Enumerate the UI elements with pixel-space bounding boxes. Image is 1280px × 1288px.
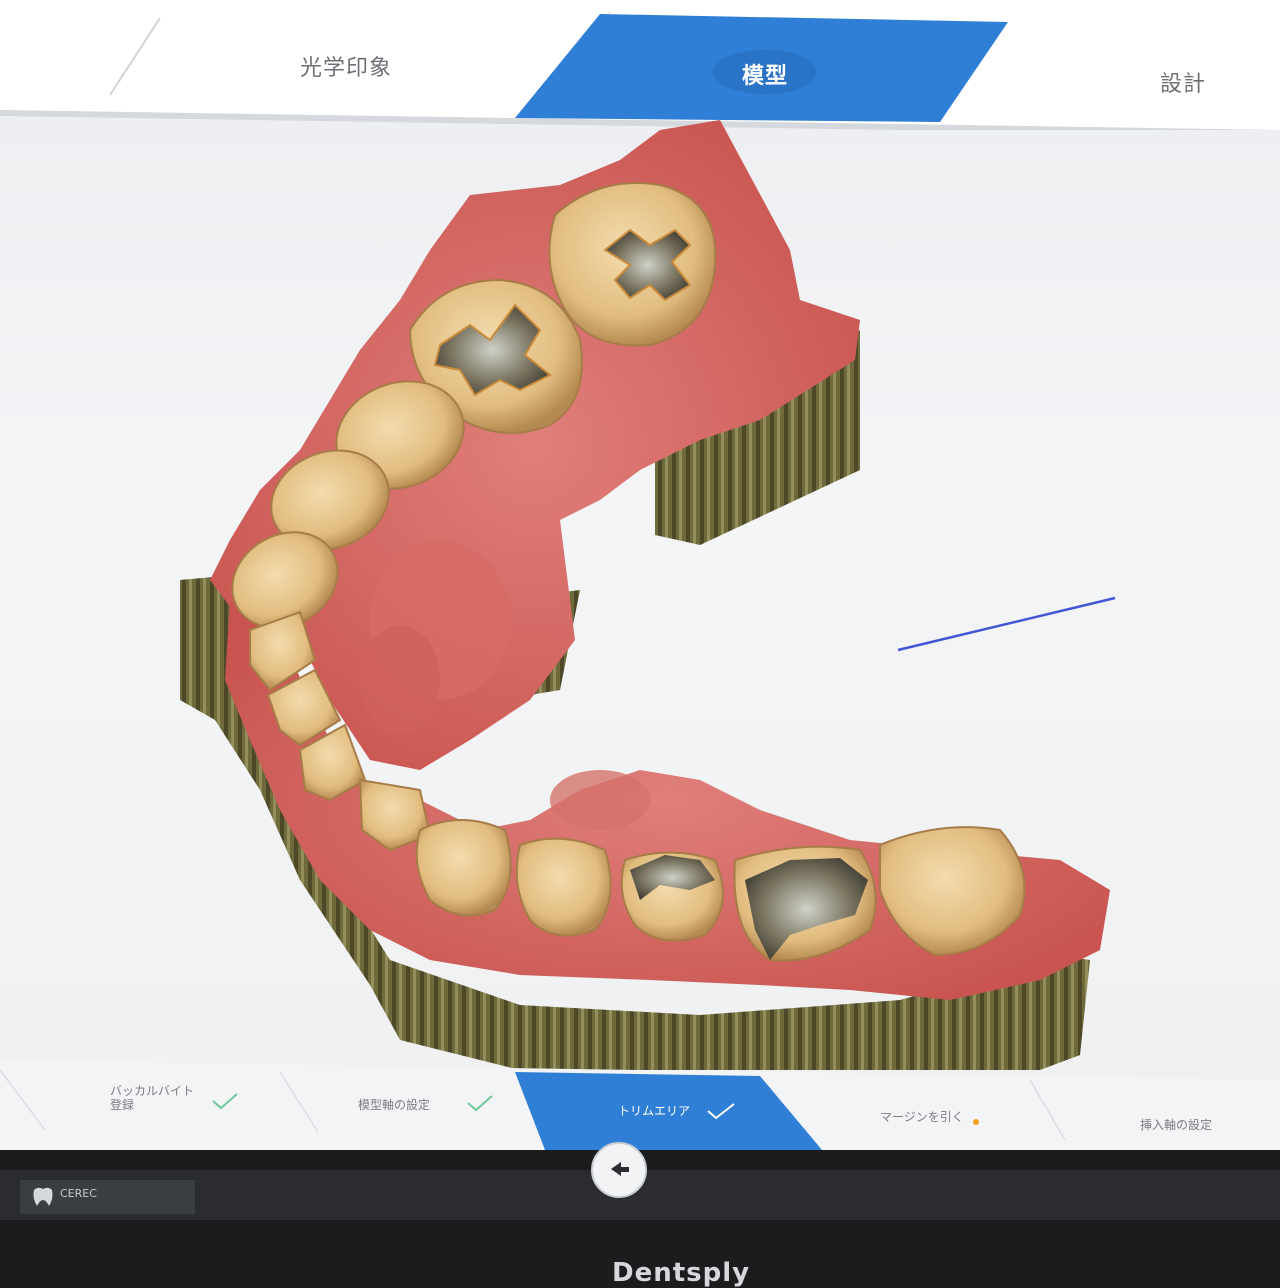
step-margin[interactable]: マージンを引く (880, 1110, 964, 1124)
checkmark-icon (467, 1095, 493, 1112)
tab-optical-impression[interactable]: 光学印象 (300, 50, 392, 82)
taskbar-cerec-label: CEREC (60, 1187, 97, 1200)
left-arrow-icon (611, 1162, 629, 1176)
axis-line (897, 596, 1116, 652)
top-step-bar-background (0, 0, 1280, 130)
model-3d-viewport[interactable] (0, 120, 1280, 1070)
lower-premolar (415, 819, 512, 917)
bottom-step-bar: バッカルバイト 登録 模型軸の設定 トリムエリア マージンを引く 挿入軸の設定 (0, 1060, 1280, 1150)
monitor-brand-logo: Dentsply (612, 1258, 751, 1288)
lower-molar-with-inlay (620, 851, 724, 942)
tab-model[interactable]: 模型 (742, 58, 788, 90)
step-insertion-axis[interactable]: 挿入軸の設定 (1140, 1118, 1212, 1132)
checkmark-icon (707, 1103, 735, 1120)
step-buccal-bite-label-line2: 登録 (110, 1098, 135, 1112)
back-button[interactable] (591, 1142, 647, 1198)
checkmark-icon (212, 1093, 238, 1110)
molar-with-inlay (548, 182, 717, 347)
dental-arch-model[interactable] (0, 120, 1280, 1070)
step-model-axis[interactable]: 模型軸の設定 (358, 1098, 430, 1112)
screen: 光学印象 模型 設計 バッカルバイト 登録 模型軸の設定 トリムエリア マージン… (0, 0, 1280, 1150)
cerec-tooth-icon (33, 1187, 53, 1206)
lower-premolar (515, 837, 612, 937)
step-buccal-bite[interactable]: バッカルバイト 登録 (110, 1084, 194, 1112)
top-step-bar: 光学印象 模型 設計 (0, 0, 1280, 130)
tab-design[interactable]: 設計 (1160, 66, 1206, 98)
pending-dot-icon (973, 1119, 979, 1125)
step-buccal-bite-label-line1: バッカルバイト (110, 1084, 195, 1098)
step-trim-area[interactable]: トリムエリア (618, 1104, 690, 1118)
